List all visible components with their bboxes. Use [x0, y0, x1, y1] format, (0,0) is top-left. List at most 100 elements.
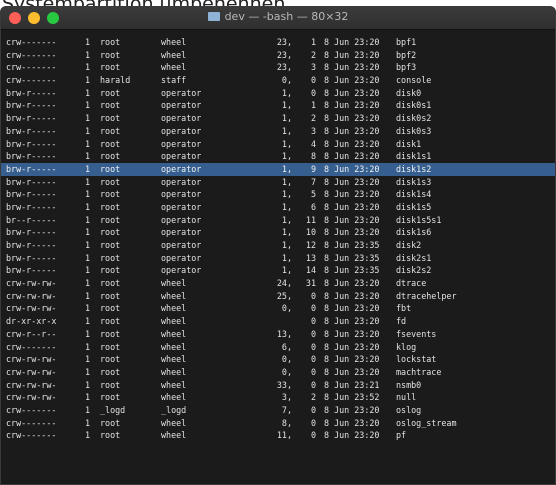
- listing-major-cell: 8,: [281, 417, 292, 428]
- listing-name-cell: disk1s4: [396, 189, 432, 200]
- listing-row[interactable]: crw-rw-rw- 1 root wheel 0, 0 8 Jun 23:20 lockst…: [6, 353, 555, 366]
- listing-perm-cell: brw-r-----: [6, 189, 57, 200]
- listing-row[interactable]: crw-rw-rw- 1 root wheel 24, 31 8 Jun 23:20 dtra…: [6, 277, 555, 290]
- listing-row[interactable]: crw-rw-rw- 1 root wheel 0, 0 8 Jun 23:20 fbt: [6, 302, 555, 315]
- listing-row[interactable]: brw-r----- 1 root operator 1, 4 8 Jun 23:20 dis…: [6, 138, 555, 151]
- listing-row[interactable]: crw------- 1 root wheel 11, 0 8 Jun 23:20 pf: [6, 429, 555, 442]
- listing-minor-cell: 0: [310, 417, 316, 428]
- listing-row[interactable]: brw-r----- 1 root operator 1, 0 8 Jun 23:20 dis…: [6, 87, 555, 100]
- listing-minor-cell: 0: [310, 75, 316, 86]
- listing-links-cell: 1: [85, 328, 91, 339]
- listing-name-cell: bpf1: [396, 37, 417, 47]
- listing-perm-cell: brw-r-----: [6, 240, 57, 250]
- listing-perm-cell: crw-rw-rw-: [6, 392, 57, 403]
- listing-row[interactable]: brw-r----- 1 root operator 1, 7 8 Jun 23:20 dis…: [6, 176, 555, 189]
- listing-date-cell: 8 Jun 23:20: [324, 176, 380, 187]
- listing-minor-cell: 1: [310, 100, 316, 111]
- listing-minor-cell: 0: [310, 430, 316, 441]
- listing-minor-cell: 0: [310, 290, 316, 301]
- listing-owner-cell: root: [100, 303, 121, 314]
- listing-owner-cell: root: [100, 430, 121, 441]
- listing-minor-cell: 13: [305, 252, 316, 263]
- listing-perm-cell: br--r-----: [6, 214, 57, 225]
- listing-major-cell: 1,: [281, 252, 292, 263]
- listing-row[interactable]: crw------- 1 _logd _logd 7, 0 8 Jun 23:20 oslog: [6, 404, 555, 417]
- listing-group-cell: wheel: [161, 62, 187, 73]
- listing-minor-cell: 0: [310, 87, 316, 98]
- listing-row[interactable]: crw------- 1 root wheel 23, 3 8 Jun 23:20 bpf3: [6, 61, 555, 74]
- listing-major-cell: 0,: [281, 366, 292, 377]
- listing-minor-cell: 1: [310, 37, 316, 47]
- listing-date-cell: 8 Jun 23:20: [324, 163, 380, 174]
- listing-row[interactable]: crw-r--r-- 1 root wheel 13, 0 8 Jun 23:20 fseve…: [6, 328, 555, 341]
- listing-perm-cell: brw-r-----: [6, 113, 57, 124]
- listing-name-cell: bpf3: [396, 62, 417, 73]
- listing-row[interactable]: brw-r----- 1 root operator 1, 10 8 Jun 23:20 di…: [6, 226, 555, 239]
- listing-owner-cell: root: [100, 87, 121, 98]
- listing-row[interactable]: brw-r----- 1 root operator 1, 6 8 Jun 23:20 dis…: [6, 201, 555, 214]
- listing-name-cell: fsevents: [396, 328, 437, 339]
- listing-perm-cell: crw-rw-rw-: [6, 303, 57, 314]
- listing-owner-cell: root: [100, 151, 121, 162]
- listing-links-cell: 1: [85, 379, 91, 390]
- listing-date-cell: 8 Jun 23:35: [324, 252, 380, 263]
- listing-date-cell: 8 Jun 23:20: [324, 37, 380, 47]
- listing-owner-cell: root: [100, 214, 121, 225]
- selected-listing-row[interactable]: brw-r----- 1 root operator 1, 9 8 Jun 23:20 dis…: [1, 162, 555, 176]
- listing-links-cell: 1: [85, 303, 91, 314]
- listing-row[interactable]: brw-r----- 1 root operator 1, 12 8 Jun 23:35 di…: [6, 239, 555, 252]
- listing-perm-cell: crw-rw-rw-: [6, 379, 57, 390]
- listing-owner-cell: root: [100, 290, 121, 301]
- listing-owner-cell: root: [100, 163, 121, 174]
- listing-row[interactable]: brw-r----- 1 root operator 1, 14 8 Jun 23:35 di…: [6, 264, 555, 277]
- listing-group-cell: operator: [161, 189, 202, 200]
- listing-name-cell: disk1s3: [396, 176, 432, 187]
- listing-row[interactable]: crw------- 1 harald staff 0, 0 8 Jun 23:20 cons…: [6, 74, 555, 87]
- listing-major-cell: 23,: [276, 49, 292, 60]
- listing-major-cell: 1,: [281, 227, 292, 238]
- listing-row[interactable]: crw------- 1 root wheel 23, 1 8 Jun 23:20 bpf1: [6, 36, 555, 49]
- listing-owner-cell: root: [100, 138, 121, 149]
- terminal-output[interactable]: crw------- 1 root wheel 23, 1 8 Jun 23:20 bpf1 c…: [1, 30, 555, 484]
- listing-row[interactable]: dr-xr-xr-x 1 root wheel 0 8 Jun 23:20 fd: [6, 315, 555, 328]
- listing-owner-cell: root: [100, 176, 121, 187]
- listing-row[interactable]: crw------- 1 root wheel 6, 0 8 Jun 23:20 klog: [6, 341, 555, 354]
- listing-perm-cell: crw-rw-rw-: [6, 290, 57, 301]
- listing-name-cell: oslog_stream: [396, 417, 457, 428]
- listing-row[interactable]: crw-rw-rw- 1 root wheel 3, 2 8 Jun 23:52 null: [6, 391, 555, 404]
- listing-row[interactable]: brw-r----- 1 root operator 1, 13 8 Jun 23:35 di…: [6, 252, 555, 265]
- listing-row[interactable]: crw-rw-rw- 1 root wheel 0, 0 8 Jun 23:20 machtr…: [6, 366, 555, 379]
- listing-minor-cell: 0: [310, 379, 316, 390]
- listing-major-cell: 1,: [281, 100, 292, 111]
- listing-links-cell: 1: [85, 354, 91, 365]
- listing-row[interactable]: crw------- 1 root wheel 23, 2 8 Jun 23:20 bpf2: [6, 49, 555, 62]
- listing-minor-cell: 9: [310, 163, 316, 174]
- listing-row[interactable]: crw------- 1 root wheel 8, 0 8 Jun 23:20 oslog_…: [6, 417, 555, 430]
- listing-name-cell: bpf2: [396, 49, 417, 60]
- listing-major-cell: 1,: [281, 201, 292, 212]
- listing-minor-cell: 3: [310, 62, 316, 73]
- listing-row[interactable]: brw-r----- 1 root operator 1, 8 8 Jun 23:20 dis…: [6, 150, 555, 163]
- listing-date-cell: 8 Jun 23:20: [324, 125, 380, 136]
- listing-minor-cell: 2: [310, 392, 316, 403]
- listing-name-cell: disk2s2: [396, 265, 432, 276]
- listing-perm-cell: crw-rw-rw-: [6, 354, 57, 365]
- listing-row[interactable]: br--r----- 1 root operator 1, 11 8 Jun 23:20 di…: [6, 214, 555, 227]
- listing-row[interactable]: brw-r----- 1 root operator 1, 1 8 Jun 23:20 dis…: [6, 99, 555, 112]
- listing-owner-cell: root: [100, 316, 121, 327]
- listing-links-cell: 1: [85, 176, 91, 187]
- window-title-text: dev — -bash — 80×32: [224, 10, 349, 23]
- listing-perm-cell: brw-r-----: [6, 87, 57, 98]
- listing-row[interactable]: crw-rw-rw- 1 root wheel 25, 0 8 Jun 23:20 dtrac…: [6, 290, 555, 303]
- listing-owner-cell: harald: [100, 75, 131, 86]
- listing-row[interactable]: brw-r----- 1 root operator 1, 2 8 Jun 23:20 dis…: [6, 112, 555, 125]
- listing-minor-cell: 0: [310, 328, 316, 339]
- listing-group-cell: operator: [161, 240, 202, 250]
- listing-row[interactable]: crw-rw-rw- 1 root wheel 33, 0 8 Jun 23:21 nsmb0: [6, 379, 555, 392]
- listing-minor-cell: 8: [310, 151, 316, 162]
- listing-owner-cell: root: [100, 125, 121, 136]
- listing-group-cell: _logd: [161, 404, 187, 415]
- listing-row[interactable]: brw-r----- 1 root operator 1, 3 8 Jun 23:20 dis…: [6, 125, 555, 138]
- listing-row[interactable]: brw-r----- 1 root operator 1, 5 8 Jun 23:20 dis…: [6, 188, 555, 201]
- listing-name-cell: lockstat: [396, 354, 437, 365]
